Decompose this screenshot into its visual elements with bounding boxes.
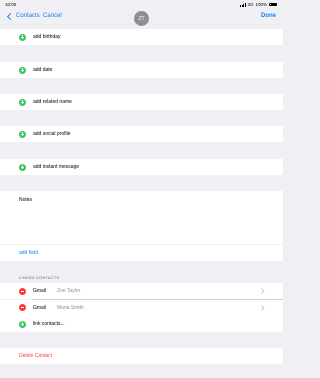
add-social-profile-row[interactable]: add social profile [0,126,283,142]
status-bar: 10:00 3G 100% [0,0,283,9]
add-icon[interactable] [19,320,26,328]
add-icon[interactable] [19,66,26,74]
linked-contact-row[interactable]: Gmail Zoe Taylor [0,283,283,299]
cancel-button[interactable]: Cancel [43,13,62,19]
nav-bar: Contacts Cancel ZT Done [0,9,283,28]
notes-label: Notes [19,197,33,203]
add-icon[interactable] [19,33,26,41]
back-label: Contacts [16,13,40,19]
row-label: add related name [33,99,72,105]
status-time: 10:00 [5,2,17,7]
row-label: add instant message [33,164,80,170]
row-label: add social profile [33,131,71,137]
network-label: 3G [247,2,254,7]
linked-contact-row[interactable]: Gmail Maria Smith [0,299,283,316]
remove-icon[interactable] [19,287,26,295]
add-icon[interactable] [19,130,26,138]
add-field-label: add field [19,250,38,256]
add-instant-message-row[interactable]: add instant message [0,159,283,175]
row-label: add birthday [33,34,61,40]
delete-contact-label: Delete Contact [19,353,53,359]
linked-name: Zoe Taylor [57,288,81,294]
chevron-left-icon [6,12,15,20]
delete-contact-button[interactable]: Delete Contact [0,348,283,364]
battery-percent: 100% [255,2,267,7]
done-button[interactable]: Done [261,13,276,19]
avatar[interactable]: ZT [134,11,149,26]
add-icon[interactable] [19,98,26,106]
notes-field[interactable]: Notes [0,191,283,244]
signal-icon [240,2,246,7]
linked-source: Gmail [33,304,47,311]
add-related-name-row[interactable]: add related name [0,94,283,110]
add-birthday-row[interactable]: add birthday [0,29,283,45]
battery-icon [269,2,277,7]
linked-name: Maria Smith [57,304,84,311]
chevron-right-icon [258,288,264,294]
link-contacts-row[interactable]: link contacts... [0,316,283,332]
linked-source: Gmail [33,288,47,294]
remove-icon[interactable] [19,304,26,311]
add-date-row[interactable]: add date [0,62,283,78]
add-field-button[interactable]: add field [0,245,283,261]
add-icon[interactable] [19,163,26,171]
row-label: add date [33,67,53,73]
back-button[interactable]: Contacts [6,12,40,20]
linked-contacts-header: LINKED CONTACTS [19,275,60,280]
link-contacts-label: link contacts... [33,321,65,327]
status-right: 3G 100% [240,2,277,7]
chevron-right-icon [258,304,264,310]
